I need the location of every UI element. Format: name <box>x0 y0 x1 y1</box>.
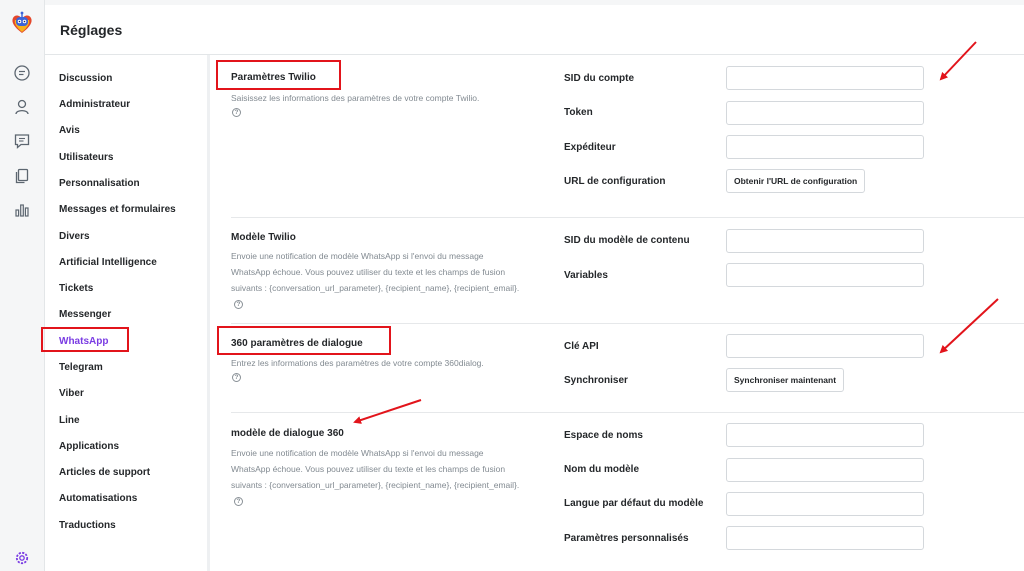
section-description: Saisissez les informations des paramètre… <box>231 90 521 117</box>
section-description-text: Entrez les informations des paramètres d… <box>231 358 484 368</box>
page-title: Réglages <box>60 22 123 38</box>
settings-content: Paramètres Twilio Saisissez les informat… <box>213 55 1024 571</box>
api-key-input[interactable] <box>726 334 924 358</box>
page-header: Réglages <box>45 5 1024 55</box>
nav-item-line[interactable]: Line <box>59 415 80 426</box>
dialog360-title-highlight-box <box>217 326 391 355</box>
variables-input[interactable] <box>726 263 924 287</box>
help-icon[interactable]: ? <box>232 373 241 382</box>
field-label-sender: Expéditeur <box>564 142 616 153</box>
get-config-url-button[interactable]: Obtenir l'URL de configuration <box>726 169 866 193</box>
section-title: Modèle Twilio <box>231 232 296 243</box>
documents-icon[interactable] <box>13 167 31 185</box>
custom-params-input[interactable] <box>726 526 924 550</box>
section-description-text: Envoie une notification de modèle WhatsA… <box>231 251 520 293</box>
icon-rail <box>0 0 45 571</box>
default-language-input[interactable] <box>726 492 924 516</box>
twilio-title-highlight-box <box>216 60 341 90</box>
gear-icon[interactable] <box>13 549 31 567</box>
nav-item-avis[interactable]: Avis <box>59 125 80 136</box>
field-label-config-url: URL de configuration <box>564 176 666 187</box>
section-twilio-template: Modèle Twilio Envoie une notification de… <box>231 218 1024 324</box>
section-description: Envoie une notification de modèle WhatsA… <box>231 445 521 509</box>
field-label-template-name: Nom du modèle <box>564 464 640 475</box>
nav-item-articles-support[interactable]: Articles de support <box>59 467 150 478</box>
field-label-token: Token <box>564 107 593 118</box>
help-icon[interactable]: ? <box>234 497 243 507</box>
nav-item-applications[interactable]: Applications <box>59 441 119 452</box>
template-name-input[interactable] <box>726 458 924 482</box>
section-description-text: Saisissez les informations des paramètre… <box>231 93 480 103</box>
field-label-api-key: Clé API <box>564 341 599 352</box>
nav-item-discussion[interactable]: Discussion <box>59 73 112 84</box>
section-description: Envoie une notification de modèle WhatsA… <box>231 248 521 312</box>
section-description: Entrez les informations des paramètres d… <box>231 355 521 382</box>
whatsapp-highlight-box <box>41 327 129 352</box>
section-description-text: Envoie une notification de modèle WhatsA… <box>231 448 520 490</box>
field-label-namespace: Espace de noms <box>564 430 643 441</box>
field-label-default-language: Langue par défaut du modèle <box>564 498 704 509</box>
token-input[interactable] <box>726 101 924 125</box>
settings-panel: Réglages Discussion Administrateur Avis … <box>41 5 1024 571</box>
nav-item-traductions[interactable]: Traductions <box>59 520 116 531</box>
content-sid-input[interactable] <box>726 229 924 253</box>
nav-item-administrateur[interactable]: Administrateur <box>59 99 130 110</box>
nav-item-utilisateurs[interactable]: Utilisateurs <box>59 152 113 163</box>
settings-nav: Discussion Administrateur Avis Utilisate… <box>41 55 210 571</box>
help-icon[interactable]: ? <box>234 300 243 310</box>
account-sid-input[interactable] <box>726 66 924 90</box>
user-icon[interactable] <box>13 98 31 116</box>
app-logo-icon[interactable] <box>9 10 35 36</box>
chat-icon[interactable] <box>13 64 31 82</box>
nav-item-divers[interactable]: Divers <box>59 231 90 242</box>
field-label-variables: Variables <box>564 270 608 281</box>
nav-item-viber[interactable]: Viber <box>59 388 84 399</box>
section-360dialog-template: modèle de dialogue 360 Envoie une notifi… <box>231 413 1024 571</box>
bar-chart-icon[interactable] <box>13 201 31 219</box>
nav-item-messenger[interactable]: Messenger <box>59 309 111 320</box>
sender-input[interactable] <box>726 135 924 159</box>
sync-now-button[interactable]: Synchroniser maintenant <box>726 368 845 392</box>
section-title: modèle de dialogue 360 <box>231 428 344 439</box>
help-icon[interactable]: ? <box>232 108 241 117</box>
field-label-content-sid: SID du modèle de contenu <box>564 235 690 246</box>
field-label-sync: Synchroniser <box>564 375 628 386</box>
nav-item-artificial-intelligence[interactable]: Artificial Intelligence <box>59 257 157 268</box>
namespace-input[interactable] <box>726 423 924 447</box>
message-square-icon[interactable] <box>13 132 31 150</box>
nav-item-telegram[interactable]: Telegram <box>59 362 103 373</box>
nav-item-automatisations[interactable]: Automatisations <box>59 493 137 504</box>
field-label-custom-params: Paramètres personnalisés <box>564 533 689 544</box>
field-label-account-sid: SID du compte <box>564 73 635 84</box>
nav-item-personnalisation[interactable]: Personnalisation <box>59 178 140 189</box>
nav-item-messages-formulaires[interactable]: Messages et formulaires <box>59 204 176 215</box>
nav-item-tickets[interactable]: Tickets <box>59 283 93 294</box>
section-twilio-settings: Paramètres Twilio Saisissez les informat… <box>231 55 1024 218</box>
